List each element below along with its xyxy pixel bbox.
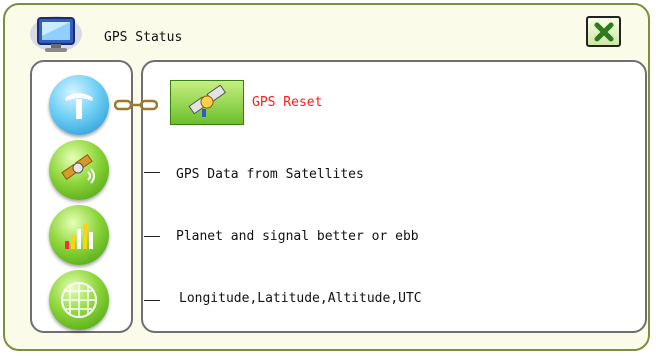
satellite-icon xyxy=(188,84,227,117)
connector-line xyxy=(144,236,160,237)
antenna-icon xyxy=(65,93,93,119)
satellite-signal-icon xyxy=(61,154,95,184)
connector-line xyxy=(144,172,160,173)
computer-monitor-icon xyxy=(26,8,86,56)
signal-bars-icon xyxy=(65,224,93,249)
gps-reset-label[interactable]: GPS Reset xyxy=(252,95,322,110)
position-label: Longitude,Latitude,Altitude,UTC xyxy=(179,291,422,306)
close-button[interactable] xyxy=(586,16,621,47)
window-title: GPS Status xyxy=(104,30,183,45)
signal-strength-label: Planet and signal better or ebb xyxy=(176,229,419,244)
signal-strength-button[interactable] xyxy=(49,205,109,265)
link-connector xyxy=(113,97,159,111)
satellite-data-button[interactable] xyxy=(49,140,109,200)
satellite-data-label: GPS Data from Satellites xyxy=(176,167,364,182)
gps-reset-button[interactable] xyxy=(170,80,244,125)
position-button[interactable] xyxy=(49,270,109,330)
close-icon xyxy=(594,22,613,41)
globe-grid-icon xyxy=(61,282,97,318)
connector-line xyxy=(144,300,160,301)
antenna-button[interactable] xyxy=(49,75,109,135)
